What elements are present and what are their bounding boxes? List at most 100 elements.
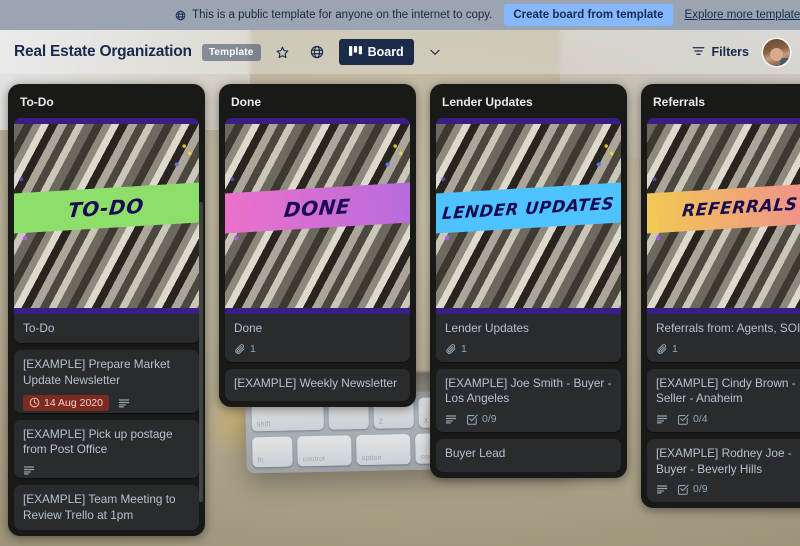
chevron-down-icon[interactable] [424,41,446,63]
checklist-icon [677,413,689,425]
card-title: Lender Updates [445,321,529,335]
filters-button[interactable]: Filters [686,41,755,64]
attachment-badge: 1 [234,343,256,355]
list-to-do[interactable]: To-Do TO-DO To-Do 1 [EXAMPLE] Prepare Market… [8,84,205,536]
attachment-badge: 1 [445,343,467,355]
list-cards: LENDER UPDATES Lender Updates 1 [EXAMPLE] J… [436,118,621,472]
list-scrollbar[interactable] [199,202,203,502]
due-date-badge[interactable]: 14 Aug 2020 [23,394,109,411]
visibility-globe-icon[interactable] [305,40,329,64]
board-header: Real Estate Organization Template Board [0,30,800,74]
card-title: [EXAMPLE] Pick up postage from Post Offi… [23,426,173,457]
attachment-value: 1 [39,343,45,344]
description-badge [23,464,35,476]
card[interactable]: [EXAMPLE] Pick up postage from Post Offi… [14,419,199,479]
globe-icon [175,10,186,21]
list-done[interactable]: Done DONE Done 1 [EXAMPLE] Weekly Newsletter [219,84,416,408]
checklist-value: 0/9 [482,413,497,426]
attachment-value: 1 [250,342,256,355]
attachment-value: 1 [672,342,678,355]
description-icon [118,397,130,409]
checklist-icon [677,483,689,496]
card[interactable]: Buyer Lead [436,439,621,472]
checklist-badge: 0/4 [677,413,708,425]
card-title: [EXAMPLE] Rodney Joe - Buyer - Beverly H… [656,446,792,476]
description-icon [656,413,668,425]
board-title: Real Estate Organization [14,43,192,60]
card[interactable]: TO-DO To-Do 1 [14,118,199,344]
due-date-value: 14 Aug 2020 [44,396,103,409]
card[interactable]: [EXAMPLE] Rodney Joe - Buyer - Beverly H… [647,439,800,503]
avatar-status-badge [780,57,790,66]
card-badges: 0/9 [436,413,621,432]
card-badges: 1 [225,343,410,362]
paperclip-icon [445,343,457,355]
card-cover-image: REFERRALS [647,118,800,314]
list-cards: TO-DO To-Do 1 [EXAMPLE] Prepare Market Upda… [14,118,199,530]
list-referrals[interactable]: Referrals REFERRALS Referrals from: Agents… [641,84,800,509]
card[interactable]: [EXAMPLE] Prepare Market Update Newslett… [14,350,199,413]
card-title: [EXAMPLE] Team Meeting to Review Trello … [23,492,176,522]
card[interactable]: LENDER UPDATES Lender Updates 1 [436,118,621,362]
create-board-from-template-button[interactable]: Create board from template [504,4,673,26]
card-cover-image: TO-DO [14,118,199,314]
description-badge [118,397,130,409]
template-banner-text: This is a public template for anyone on … [192,9,493,21]
cover-banner-text: LENDER UPDATES [441,193,616,223]
filters-label: Filters [711,45,749,59]
checklist-value: 0/4 [693,413,708,426]
paperclip-icon [234,343,246,355]
avatar[interactable] [763,38,790,66]
card[interactable]: [EXAMPLE] Joe Smith - Buyer - Los Angele… [436,368,621,433]
card-title: [EXAMPLE] Prepare Market Update Newslett… [23,357,170,388]
card-badges [14,464,199,478]
card-title: [EXAMPLE] Joe Smith - Buyer - Los Angele… [445,375,612,406]
card-spacer [436,468,621,472]
description-badge [656,483,668,495]
list-header[interactable]: To-Do [14,92,199,118]
card[interactable]: [EXAMPLE] Weekly Newsletter [225,368,410,402]
list-header[interactable]: Referrals [647,92,800,118]
clock-icon [29,397,40,408]
checklist-badge: 0/9 [466,413,497,425]
card-title: Buyer Lead [445,446,506,461]
checklist-badge: 0/9 [677,483,708,495]
card-badges: 1 [436,343,621,362]
card-title: [EXAMPLE] Cindy Brown - Seller - Anaheim [656,375,796,406]
list-lender-updates[interactable]: Lender Updates LENDER UPDATES Lender Updat… [430,84,627,478]
card-badges: 14 Aug 2020 [14,394,199,413]
card-badges: 1 [647,343,800,362]
paperclip-icon [23,343,35,344]
explore-more-templates-link[interactable]: Explore more templates [685,9,800,21]
card-badges: 1 [14,343,199,344]
card[interactable]: [EXAMPLE] Cindy Brown - Seller - Anaheim… [647,368,800,433]
card[interactable]: DONE Done 1 [225,118,410,362]
card[interactable]: [EXAMPLE] Team Meeting to Review Trello … [14,485,199,530]
board-icon [348,45,362,60]
card-title: To-Do [23,321,55,335]
description-badge [445,413,457,425]
card-badges: 0/4 [647,413,800,432]
card-spacer [225,397,410,401]
card[interactable]: REFERRALS Referrals from: Agents, SOI, et… [647,118,800,362]
public-template-banner: This is a public template for anyone on … [0,0,800,30]
template-badge: Template [201,43,261,61]
description-icon [23,464,35,476]
card-badges: 0/9 [647,483,800,502]
list-cards: DONE Done 1 [EXAMPLE] Weekly Newsletter [225,118,410,402]
card-title: Referrals from: Agents, SOI, etc [656,321,800,335]
checklist-icon [466,413,478,425]
card-title: Done [234,321,263,335]
description-badge [656,413,668,425]
star-icon[interactable] [271,40,295,64]
board-header-right: Filters [686,38,790,66]
card-title: [EXAMPLE] Weekly Newsletter [234,375,398,390]
card-cover-image: LENDER UPDATES [436,118,621,314]
list-cards: REFERRALS Referrals from: Agents, SOI, et… [647,118,800,503]
list-header[interactable]: Lender Updates [436,92,621,118]
board-view-button[interactable]: Board [338,39,414,65]
description-icon [445,413,457,425]
list-header[interactable]: Done [225,92,410,118]
template-banner-message: This is a public template for anyone on … [175,9,492,21]
attachment-badge: 1 [656,343,678,355]
